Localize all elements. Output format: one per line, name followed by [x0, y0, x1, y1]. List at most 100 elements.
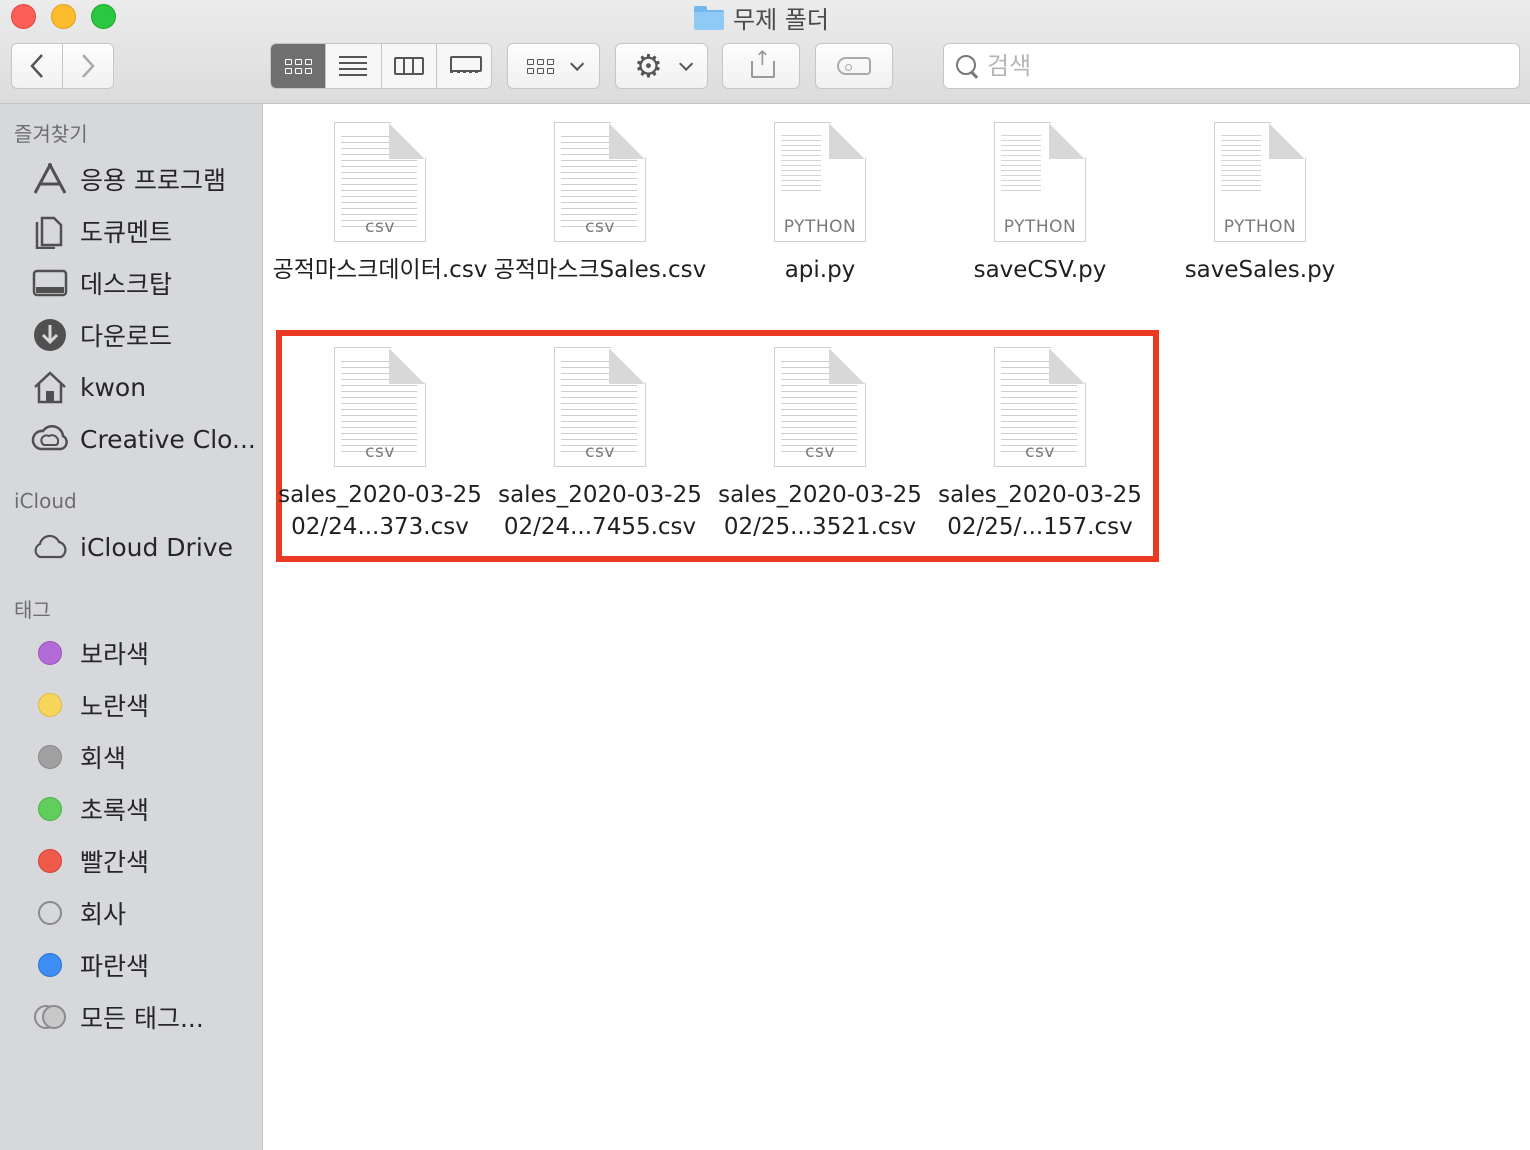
search-input[interactable] [987, 52, 1487, 80]
sidebar-item-applications[interactable]: 응용 프로그램 [30, 159, 255, 199]
csv-file-icon: csv [334, 347, 426, 467]
chevron-down-icon [678, 56, 694, 71]
file-browser-content: csv 공적마스크데이터.csv csv 공적마스크Sales.csv PYTH… [264, 104, 1530, 1150]
file-kind-label: csv [1025, 442, 1055, 462]
share-icon [751, 46, 775, 78]
csv-file-icon: csv [994, 347, 1086, 467]
csv-file-icon: csv [334, 122, 426, 242]
file-item[interactable]: PYTHON saveSales.py [1150, 122, 1370, 286]
chevron-down-icon [570, 56, 585, 71]
cloud-icon [30, 529, 70, 565]
chevron-right-icon [82, 54, 95, 78]
purple-tag-dot-icon [38, 641, 62, 665]
sidebar-tag-green[interactable]: 초록색 [30, 789, 255, 829]
list-icon [339, 52, 368, 80]
all-tags-icon [30, 999, 70, 1035]
sidebar-tag-yellow[interactable]: 노란색 [30, 685, 255, 725]
favorites-section-header: 즐겨찾기 [14, 122, 88, 146]
search-field[interactable] [943, 43, 1520, 89]
sidebar-item-label: 데스크탑 [80, 270, 173, 299]
zoom-window-button[interactable] [91, 4, 116, 29]
file-item[interactable]: PYTHON api.py [710, 122, 930, 286]
sidebar-item-creative-cloud[interactable]: Creative Clo... [30, 419, 255, 459]
yellow-tag-dot-icon [38, 693, 62, 717]
file-name: 공적마스크데이터.csv [272, 257, 488, 283]
sidebar: 즐겨찾기 응용 프로그램 도큐멘트 데스크탑 다운로드 kwon Creativ [0, 104, 263, 1150]
sidebar-item-label: 빨간색 [80, 848, 150, 877]
action-menu-dropdown[interactable]: ⚙ [615, 43, 708, 89]
sidebar-item-label: Creative Clo... [80, 424, 255, 454]
file-kind-label: csv [585, 217, 615, 237]
search-icon [956, 55, 978, 77]
minimize-window-button[interactable] [51, 4, 76, 29]
file-kind-label: csv [805, 442, 835, 462]
edit-tags-button[interactable] [815, 43, 893, 89]
list-view-button[interactable] [326, 44, 382, 88]
sidebar-item-desktop[interactable]: 데스크탑 [30, 263, 255, 303]
empty-tag-dot-icon [38, 901, 62, 925]
python-file-icon: PYTHON [774, 122, 866, 242]
folder-icon [694, 6, 724, 30]
icon-grid-icon [284, 58, 312, 74]
file-kind-label: csv [365, 217, 395, 237]
back-button[interactable] [11, 43, 63, 89]
group-by-dropdown[interactable] [507, 43, 600, 89]
documents-icon [30, 213, 70, 249]
view-mode-segmented-control [270, 43, 492, 89]
gallery-view-button[interactable] [437, 44, 491, 88]
columns-icon [393, 57, 424, 75]
file-kind-label: PYTHON [1223, 217, 1297, 237]
icon-view-button[interactable] [271, 44, 327, 88]
file-kind-label: PYTHON [783, 217, 857, 237]
creative-cloud-icon [30, 421, 70, 457]
gray-tag-dot-icon [38, 745, 62, 769]
sidebar-tag-purple[interactable]: 보라색 [30, 633, 255, 673]
sidebar-item-label: 도큐멘트 [80, 218, 173, 247]
sidebar-all-tags[interactable]: 모든 태그... [30, 997, 255, 1037]
sidebar-tag-gray[interactable]: 회색 [30, 737, 255, 777]
home-icon [30, 369, 70, 405]
blue-tag-dot-icon [38, 953, 62, 977]
toolbar: 무제 폴더 ⚙ [0, 0, 1530, 104]
applications-icon [30, 161, 70, 197]
file-item[interactable]: csv 공적마스크Sales.csv [490, 122, 710, 286]
sidebar-tag-company[interactable]: 회사 [30, 893, 255, 933]
close-window-button[interactable] [11, 4, 36, 29]
file-item[interactable]: csv sales_2020-03-25 02/24...7455.csv [490, 347, 710, 543]
csv-file-icon: csv [774, 347, 866, 467]
chevron-left-icon [30, 54, 43, 78]
file-item[interactable]: csv sales_2020-03-25 02/25...3521.csv [710, 347, 930, 543]
sidebar-tag-blue[interactable]: 파란색 [30, 945, 255, 985]
window-title: 무제 폴더 [694, 2, 829, 34]
file-name: 공적마스크Sales.csv [493, 257, 707, 283]
file-item[interactable]: PYTHON saveCSV.py [930, 122, 1150, 286]
sidebar-item-label: 파란색 [80, 952, 150, 981]
sidebar-item-downloads[interactable]: 다운로드 [30, 315, 255, 355]
tags-section-header: 태그 [14, 598, 51, 622]
csv-file-icon: csv [554, 347, 646, 467]
file-item[interactable]: csv sales_2020-03-25 02/25/...157.csv [930, 347, 1150, 543]
sidebar-item-label: iCloud Drive [80, 532, 233, 562]
python-file-icon: PYTHON [994, 122, 1086, 242]
green-tag-dot-icon [38, 797, 62, 821]
gallery-icon [449, 56, 482, 76]
file-item[interactable]: csv 공적마스크데이터.csv [270, 122, 490, 286]
sidebar-item-documents[interactable]: 도큐멘트 [30, 211, 255, 251]
gear-icon: ⚙ [634, 47, 663, 85]
sidebar-item-label: 보라색 [80, 640, 150, 669]
share-button[interactable] [722, 43, 800, 89]
column-view-button[interactable] [382, 44, 437, 88]
sidebar-item-home[interactable]: kwon [30, 367, 255, 407]
sidebar-item-label: 초록색 [80, 796, 150, 825]
group-grid-icon [527, 58, 554, 74]
file-item[interactable]: csv sales_2020-03-25 02/24...373.csv [270, 347, 490, 543]
sidebar-item-label: kwon [80, 372, 147, 402]
forward-button[interactable] [63, 43, 114, 89]
sidebar-item-label: 다운로드 [80, 322, 173, 351]
file-kind-label: csv [585, 442, 615, 462]
tag-icon [837, 57, 871, 75]
file-name: saveSales.py [1184, 257, 1336, 283]
sidebar-item-icloud-drive[interactable]: iCloud Drive [30, 527, 255, 567]
downloads-icon [30, 317, 70, 353]
sidebar-tag-red[interactable]: 빨간색 [30, 841, 255, 881]
